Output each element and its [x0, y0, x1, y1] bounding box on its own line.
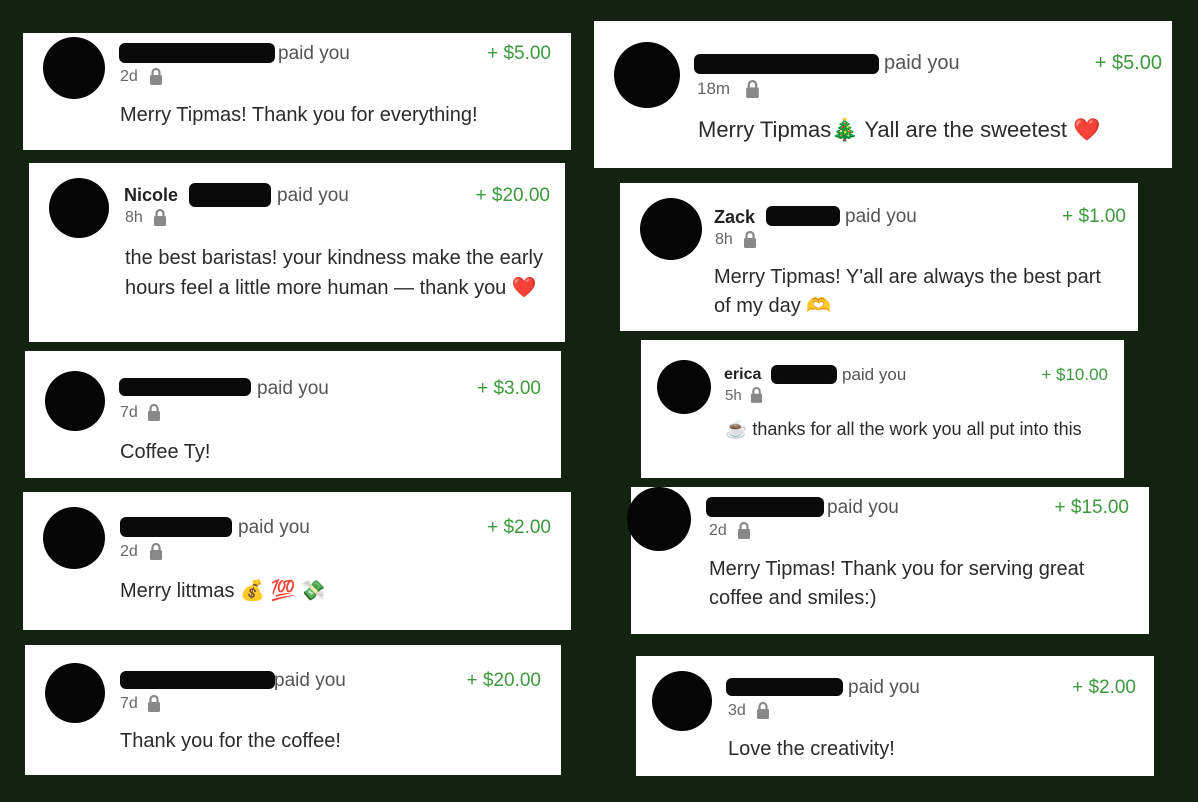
lock-icon: [150, 67, 162, 85]
lock-icon: [738, 521, 750, 539]
payment-card[interactable]: paid you + $3.00 7d Coffee Ty!: [25, 351, 561, 478]
payer-name: erica: [724, 366, 762, 383]
paid-label: paid you: [274, 670, 346, 691]
avatar: [43, 507, 105, 569]
message-text: Coffee Ty!: [120, 441, 211, 463]
message-text: Merry Tipmas! Thank you for serving grea…: [709, 558, 1085, 609]
lock-icon: [148, 403, 160, 421]
paid-label: paid you: [257, 378, 329, 399]
redacted-name: [766, 206, 840, 226]
timestamp: 7d: [120, 404, 138, 421]
payment-card[interactable]: paid you + $2.00 3d Love the creativity!: [636, 656, 1154, 776]
avatar: [45, 663, 105, 723]
message-text: ☕ thanks for all the work you all put in…: [725, 419, 1082, 439]
amount: + $15.00: [1054, 497, 1130, 518]
amount: + $10.00: [1041, 365, 1108, 384]
message-text: Thank you for the coffee!: [120, 730, 341, 752]
message-text: Merry Tipmas🎄 Yall are the sweetest ❤️: [698, 117, 1101, 142]
redacted-name: [726, 678, 843, 696]
redacted-name: [120, 517, 232, 537]
timestamp: 3d: [728, 702, 746, 719]
timestamp: 2d: [709, 522, 727, 539]
timestamp: 18m: [697, 79, 731, 98]
avatar: [49, 178, 109, 238]
paid-label: paid you: [848, 677, 920, 698]
paid-label: paid you: [277, 185, 349, 206]
timestamp: 2d: [120, 543, 138, 560]
lock-icon: [744, 230, 756, 248]
redacted-name: [694, 54, 879, 74]
paid-label: paid you: [238, 517, 310, 538]
redacted-name: [771, 365, 837, 384]
amount: + $20.00: [466, 670, 542, 691]
timestamp: 5h: [725, 387, 742, 404]
message-text: Merry Tipmas! Thank you for everything!: [120, 104, 478, 126]
payment-card[interactable]: paid you + $5.00 18m Merry Tipmas🎄 Yall …: [594, 21, 1172, 168]
avatar: [640, 198, 702, 260]
payment-card[interactable]: paid you + $20.00 7d Thank you for the c…: [25, 645, 561, 775]
avatar: [45, 371, 105, 431]
payer-name: Nicole: [124, 185, 179, 205]
redacted-name: [120, 671, 275, 689]
paid-label: paid you: [278, 43, 350, 64]
avatar: [614, 42, 680, 108]
lock-icon: [154, 208, 166, 226]
message-text: Merry littmas 💰 💯 💸: [120, 580, 326, 602]
lock-icon: [757, 701, 769, 719]
timestamp: 8h: [715, 231, 733, 248]
lock-icon: [150, 542, 162, 560]
redacted-name: [189, 183, 271, 207]
amount: + $2.00: [1072, 677, 1136, 698]
lock-icon: [746, 79, 759, 98]
paid-label: paid you: [827, 497, 899, 518]
amount: + $20.00: [475, 185, 551, 206]
redacted-name: [706, 497, 824, 517]
payment-card[interactable]: paid you + $15.00 2d Merry Tipmas! Thank…: [627, 487, 1149, 634]
payment-card[interactable]: paid you + $2.00 2d Merry littmas 💰 💯 💸: [23, 492, 571, 630]
lock-icon: [750, 387, 763, 403]
lock-icon: [148, 694, 160, 712]
payment-card[interactable]: Zack paid you + $1.00 8h Merry Tipmas! Y…: [620, 183, 1138, 331]
payer-name: Zack: [714, 207, 756, 227]
paid-label: paid you: [842, 365, 907, 384]
avatar: [652, 671, 712, 731]
avatar: [657, 360, 711, 414]
payment-card[interactable]: Nicole paid you + $20.00 8h the best bar…: [29, 163, 565, 342]
amount: + $5.00: [487, 43, 551, 64]
amount: + $3.00: [477, 378, 541, 399]
message-text: Merry Tipmas! Y'all are always the best …: [714, 266, 1101, 317]
redacted-name: [119, 378, 251, 396]
payment-card[interactable]: erica paid you + $10.00 5h ☕ thanks for …: [641, 340, 1124, 478]
payment-card[interactable]: paid you + $5.00 2d Merry Tipmas! Thank …: [23, 33, 571, 150]
timestamp: 2d: [120, 68, 138, 85]
avatar: [43, 37, 105, 99]
paid-label: paid you: [884, 52, 960, 74]
paid-label: paid you: [845, 206, 917, 227]
message-text: the best baristas! your kindness make th…: [125, 247, 543, 299]
amount: + $5.00: [1094, 52, 1162, 74]
avatar: [627, 487, 691, 551]
timestamp: 8h: [125, 209, 143, 226]
amount: + $1.00: [1062, 206, 1126, 227]
amount: + $2.00: [487, 517, 551, 538]
redacted-name: [119, 43, 275, 63]
message-text: Love the creativity!: [728, 738, 895, 760]
timestamp: 7d: [120, 695, 138, 712]
